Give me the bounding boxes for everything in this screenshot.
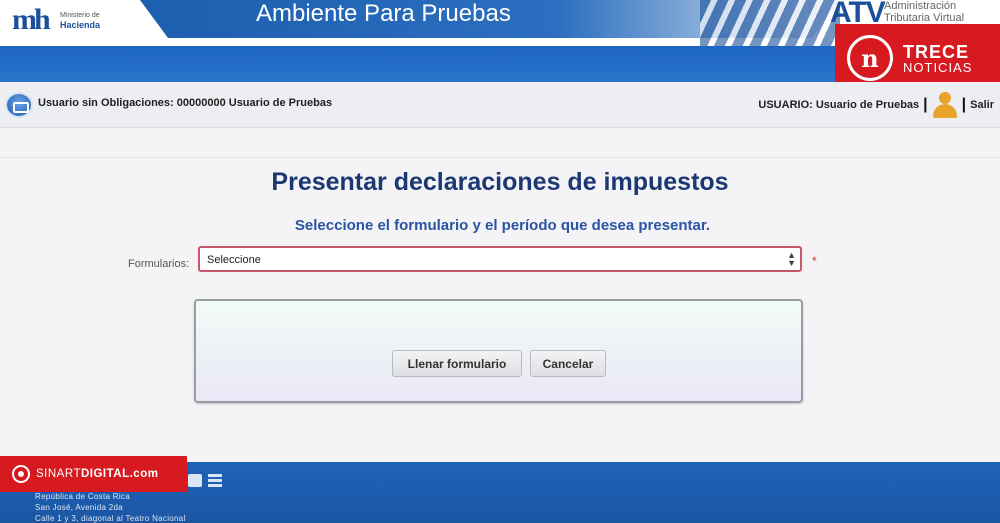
divider: [0, 157, 1000, 158]
cancel-button[interactable]: Cancelar: [530, 350, 606, 377]
required-indicator: *: [812, 254, 817, 268]
current-user-label: USUARIO: Usuario de Pruebas: [758, 99, 920, 111]
hacienda-logo-mark: mh: [12, 3, 51, 36]
atv-logo-line2: Tributaria Virtual: [884, 12, 965, 24]
sinart-digital-watermark: SINARTDIGITAL.com: [0, 456, 187, 492]
atv-logo-line1: Administración: [884, 0, 957, 12]
user-obligations-info: Usuario sin Obligaciones: 00000000 Usuar…: [38, 97, 333, 109]
logout-link[interactable]: Salir: [970, 99, 994, 111]
hacienda-logo-line1: Ministerio de: [60, 12, 100, 19]
address-line3: Calle 1 y 3, diagonal al Teatro Nacional: [35, 514, 186, 523]
footer-social-links: [188, 474, 222, 487]
environment-title: Ambiente Para Pruebas: [256, 0, 511, 27]
taxpayer-icon[interactable]: [5, 92, 33, 118]
page-subtitle: Seleccione el formulario y el período qu…: [294, 217, 711, 234]
form-actions-panel: Llenar formulario Cancelar: [194, 299, 803, 403]
user-session-area: USUARIO: Usuario de Pruebas | | Salir: [758, 92, 994, 118]
trece-logo-icon: n: [847, 35, 893, 81]
sinart-name: SINARTDIGITAL.com: [36, 468, 159, 480]
youtube-icon[interactable]: [188, 474, 202, 487]
user-avatar-icon[interactable]: [932, 92, 958, 118]
formularios-label: Formularios:: [128, 258, 190, 270]
user-bar: Usuario sin Obligaciones: 00000000 Usuar…: [0, 82, 1000, 128]
list-icon[interactable]: [208, 474, 222, 487]
separator: |: [923, 96, 928, 113]
sinart-logo-icon: [12, 465, 30, 483]
separator: |: [961, 96, 967, 113]
header-stripes: [700, 0, 840, 46]
ministerio-hacienda-logo[interactable]: mh Ministerio de Hacienda: [12, 3, 112, 36]
address-line2: San José, Avenida 2da: [35, 503, 123, 512]
address-line1: República de Costa Rica: [35, 492, 130, 501]
hacienda-logo-line2: Hacienda: [60, 20, 101, 30]
select-updown-icon: ▲ ▼: [787, 250, 796, 268]
trece-badge-line1: TRECE: [903, 41, 970, 62]
formularios-select[interactable]: Seleccione ▲ ▼: [198, 246, 802, 272]
page-title: Presentar declaraciones de impuestos: [271, 168, 729, 196]
footer-address: República de Costa Rica San José, Avenid…: [35, 491, 186, 523]
fill-form-button[interactable]: Llenar formulario: [392, 350, 522, 377]
trece-badge-line2: NOTICIAS: [903, 59, 973, 75]
formularios-select-value: Seleccione: [207, 254, 261, 266]
